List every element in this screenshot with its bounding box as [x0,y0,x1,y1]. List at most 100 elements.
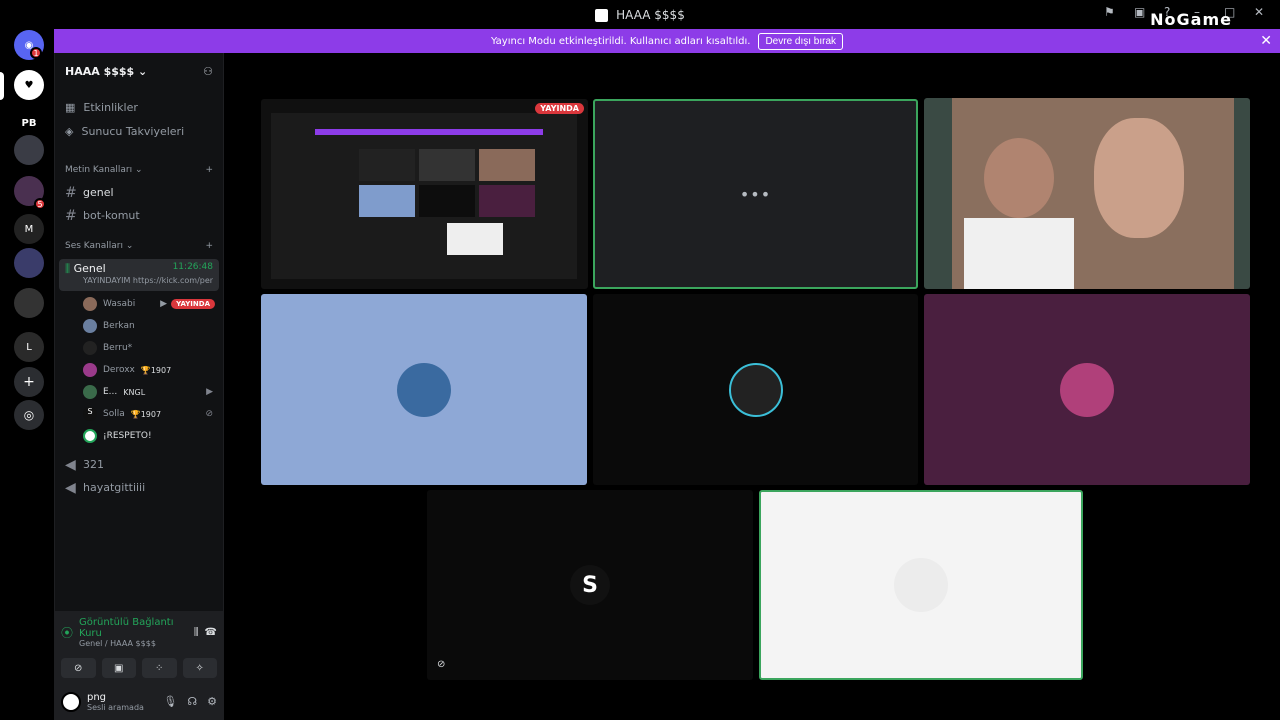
voice-member[interactable]: Wasabi ▶ YAYINDA [55,293,223,315]
disconnect-icon[interactable]: ☎ [205,627,217,638]
user-tile[interactable] [593,294,918,485]
voice-member[interactable]: E... KNGL ▶ [55,381,223,403]
streamer-mode-banner: Yayıncı Modu etkinleştirildi. Kullanıcı … [54,29,1280,53]
camera-button[interactable]: ⊘ [61,658,96,678]
member-name: Deroxx [103,365,135,375]
clan-tag: 🏆1907 [131,410,161,419]
screen-icon[interactable]: ▣ [1134,6,1146,18]
channel-bot-komut[interactable]: # bot-komut [55,204,223,227]
add-channel-icon[interactable]: + [205,165,213,175]
server-icon-l[interactable]: L [14,332,44,362]
muted-icon: ⊘ [205,409,213,419]
boosts-label: Sunucu Takviyeleri [81,124,185,138]
text-category[interactable]: Metin Kanalları ⌄ + [55,159,223,181]
voice-category[interactable]: Ses Kanalları ⌄ + [55,235,223,257]
channel-label: bot-komut [83,209,140,222]
camera-icon: ▶ [206,387,213,397]
avatar [83,429,97,443]
user-panel: png Sesli aramada 🎙 ☊ ⚙ [55,683,223,720]
server-icon-6[interactable] [14,248,44,278]
soundboard-button[interactable]: ✧ [182,658,217,678]
user-tile[interactable] [759,490,1083,680]
server-header[interactable]: HAAA $$$$ ⌄ ⚇ [55,53,223,89]
voice-connection-panel: ⦿ Görüntülü Bağlantı Kuru Genel / HAAA $… [55,611,223,683]
mic-icon[interactable]: 🎙 [163,695,177,708]
channel-label: genel [83,186,114,199]
add-server-icon[interactable]: + [14,367,44,397]
headphones-icon[interactable]: ☊ [187,695,197,708]
voice-member[interactable]: Berru* [55,337,223,359]
boost-icon: ◈ [65,124,74,138]
preview-tile [419,149,475,181]
events-item[interactable]: ▦ Etkinlikler [55,95,223,119]
preview-tile [479,185,535,217]
server-icon-pb[interactable]: PB [14,108,44,138]
watermark-brand: NoGame [1150,10,1232,29]
voice-channel-hayatgittiiii[interactable]: ◀ hayatgittiiii [55,476,223,499]
shirt [964,218,1074,289]
muted-icon: ⊘ [437,659,446,670]
chevron-down-icon: ⌄ [138,64,148,78]
avatar: S [83,407,97,421]
server-badge: 5 [34,198,46,210]
voice-member[interactable]: ¡RESPETO! [55,425,223,447]
user-tile[interactable] [924,294,1250,485]
active-server-pill [0,72,4,100]
user-tile[interactable]: S ⊘ [427,490,753,680]
preview-banner [315,129,543,135]
channel-genel[interactable]: # genel [55,181,223,204]
voice-wave-icon: ⫼ [65,262,71,275]
activities-button[interactable]: ⁘ [142,658,177,678]
voice-channel-321[interactable]: ◀ 321 [55,453,223,476]
stream-tile[interactable]: YAYINDA [261,99,588,289]
voice-member[interactable]: Deroxx 🏆1907 [55,359,223,381]
avatar[interactable] [61,691,81,712]
member-name: Berru* [103,343,133,353]
settings-gear-icon[interactable]: ⚙ [207,695,217,708]
inbox-icon[interactable]: ⚑ [1104,6,1116,18]
server-icon-m[interactable]: M [14,214,44,244]
avatar [894,558,948,612]
noise-icon[interactable]: ⫼ [194,627,199,638]
channel-label: 321 [83,458,104,471]
loading-tile[interactable]: ••• [593,99,918,289]
video-stage: YAYINDA ••• S ⊘ [225,53,1280,720]
preview-tile [447,223,503,255]
user-tile[interactable] [261,294,587,485]
live-badge: YAYINDA [171,299,215,309]
invite-icon[interactable]: ⚇ [203,65,213,78]
trophy-icon: 🏆 [130,409,141,419]
live-tag: YAYINDA [535,103,584,114]
speaker-icon: ◀ [65,479,76,496]
avatar [397,362,451,417]
window-title: HAAA $$$$ [595,8,685,22]
calendar-icon: ▦ [65,100,76,114]
server-icon-7[interactable] [14,288,44,318]
voice-category-label: Ses Kanalları [65,241,123,251]
boosts-item[interactable]: ◈ Sunucu Takviyeleri [55,119,223,143]
avatar [83,297,97,311]
window-title-text: HAAA $$$$ [616,8,685,22]
member-name: ¡RESPETO! [103,431,152,441]
close-window-icon[interactable]: ✕ [1254,6,1266,18]
clan-tag-text: 1907 [140,409,162,419]
voice-member[interactable]: Berkan [55,315,223,337]
screen-share-button[interactable]: ▣ [101,658,136,678]
server-icon-haaa[interactable]: ♥ [14,70,44,100]
server-icon-3[interactable] [14,135,44,165]
avatar [83,319,97,333]
add-channel-icon[interactable]: + [205,241,213,251]
voice-channel-genel[interactable]: ⫼ Genel 11:26:48 YAYINDAYIM https://kick… [59,259,219,291]
connection-status: Görüntülü Bağlantı Kuru [79,617,174,639]
hash-icon: # [65,184,77,201]
discover-icon[interactable]: ◎ [14,400,44,430]
banner-message: Yayıncı Modu etkinleştirildi. Kullanıcı … [490,35,751,47]
voice-member[interactable]: S Solla 🏆1907 ⊘ [55,403,223,425]
person-face [984,138,1054,218]
close-icon[interactable]: ✕ [1260,33,1272,49]
channel-label: hayatgittiiii [83,481,146,494]
clan-tag: KNGL [123,387,146,397]
disable-streamer-mode-button[interactable]: Devre dışı bırak [758,32,844,50]
camera-tile[interactable] [924,98,1250,289]
nogame-watermark: NoGame By [1150,10,1232,54]
